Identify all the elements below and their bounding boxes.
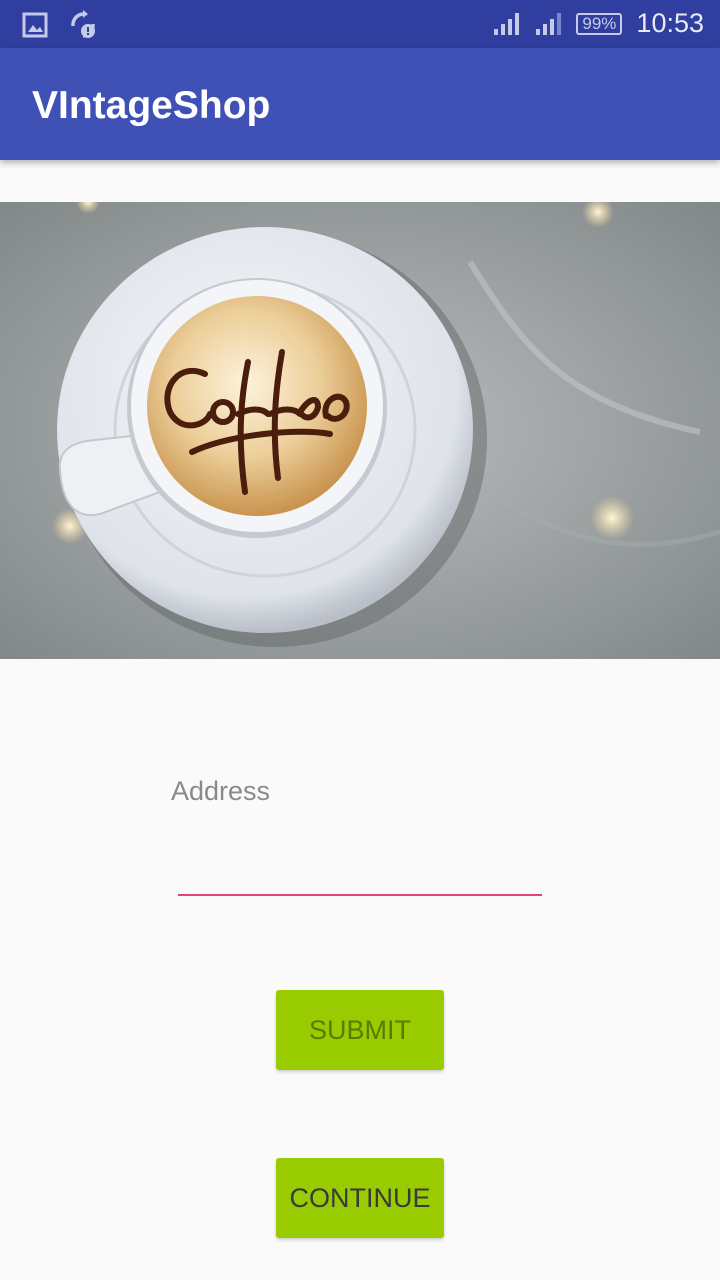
image-icon xyxy=(22,12,48,38)
signal-icon xyxy=(492,11,520,37)
clock: 10:53 xyxy=(636,8,704,38)
status-bar-left xyxy=(22,10,98,40)
coffee-image xyxy=(0,202,720,659)
continue-button[interactable]: CONTINUE xyxy=(276,1158,444,1238)
signal-icon xyxy=(534,11,562,37)
app-title: VIntageShop xyxy=(32,84,271,127)
battery-icon: 99% xyxy=(576,12,623,35)
status-bar: 99% 10:53 xyxy=(0,0,720,48)
coffee-image-illustration xyxy=(0,202,720,659)
address-input[interactable] xyxy=(178,840,542,896)
address-label: Address xyxy=(171,776,271,806)
sync-alert-icon xyxy=(68,10,98,40)
submit-button[interactable]: SUBMIT xyxy=(276,990,444,1070)
status-bar-right: 99% 10:53 xyxy=(492,8,704,39)
app-bar: VIntageShop xyxy=(0,48,720,160)
